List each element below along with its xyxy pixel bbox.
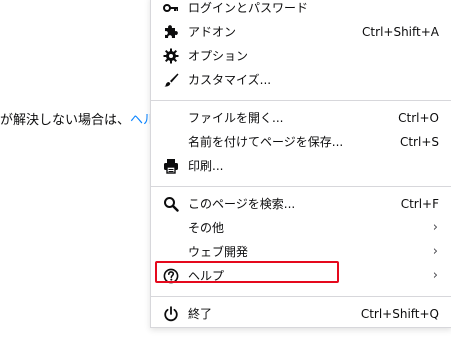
menu-item-shortcut: Ctrl+Shift+Q	[360, 307, 439, 321]
menu-item-save-page[interactable]: 名前を付けてページを保存... Ctrl+S	[151, 130, 451, 154]
background-help-text: が解決しない場合は、ヘルプ	[0, 109, 150, 128]
chevron-right-icon: ›	[432, 244, 438, 259]
menu-item-print[interactable]: 印刷...	[151, 154, 451, 178]
menu-item-label: 名前を付けてページを保存...	[188, 135, 344, 149]
menu-item-label: 終了	[188, 307, 213, 321]
key-icon	[163, 0, 179, 16]
menu-item-shortcut: Ctrl+Shift+A	[362, 25, 439, 39]
menu-item-shortcut: Ctrl+O	[398, 111, 439, 125]
menu-item-label: ファイルを開く...	[188, 111, 284, 125]
puzzle-icon	[163, 24, 179, 40]
background-help-link[interactable]: ヘルプ	[130, 113, 150, 128]
search-icon	[163, 196, 179, 212]
menu-item-shortcut: Ctrl+S	[399, 135, 439, 149]
menu-item-find[interactable]: このページを検索... Ctrl+F	[151, 192, 451, 216]
printer-icon	[163, 158, 179, 174]
paintbrush-icon	[163, 72, 179, 88]
menu-separator	[151, 186, 451, 187]
menu-item-more[interactable]: その他 ›	[151, 216, 451, 240]
menu-item-label: その他	[188, 221, 225, 235]
menu-item-label: このページを検索...	[188, 197, 296, 211]
help-highlight-box	[155, 261, 339, 283]
power-icon	[163, 306, 179, 322]
menu-item-logins[interactable]: ログインとパスワード	[151, 0, 451, 20]
menu-item-label: ログインとパスワード	[188, 1, 309, 15]
gear-icon	[163, 48, 179, 64]
background-text: が解決しない場合は、	[0, 113, 131, 128]
menu-separator	[151, 100, 451, 101]
menu-item-label: カスタマイズ...	[188, 73, 272, 87]
menu-item-label: 印刷...	[188, 159, 224, 173]
menu-separator	[151, 296, 451, 297]
chevron-right-icon: ›	[432, 268, 438, 283]
menu-item-label: ウェブ開発	[188, 245, 249, 259]
chevron-right-icon: ›	[432, 220, 438, 235]
menu-item-addons[interactable]: アドオン Ctrl+Shift+A	[151, 20, 451, 44]
menu-item-open-file[interactable]: ファイルを開く... Ctrl+O	[151, 106, 451, 130]
menu-item-label: アドオン	[188, 25, 237, 39]
menu-item-options[interactable]: オプション	[151, 44, 451, 68]
menu-item-quit[interactable]: 終了 Ctrl+Shift+Q	[151, 302, 451, 326]
menu-item-customize[interactable]: カスタマイズ...	[151, 68, 451, 92]
menu-item-shortcut: Ctrl+F	[400, 197, 439, 211]
menu-item-label: オプション	[188, 49, 249, 63]
